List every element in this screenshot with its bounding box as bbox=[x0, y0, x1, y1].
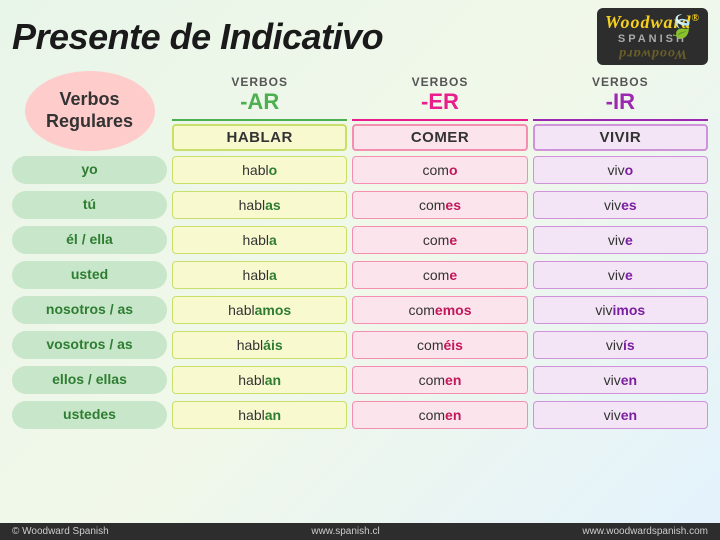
verbos-ir-label: VERBOS bbox=[539, 75, 702, 89]
conj-ellos-ir: viven bbox=[533, 366, 708, 394]
conj-vosotros-er: coméis bbox=[352, 331, 527, 359]
subject-tu: tú bbox=[12, 191, 167, 219]
conj-yo-er: como bbox=[352, 156, 527, 184]
col-header-ar: VERBOS -AR bbox=[172, 71, 347, 121]
subject-ustedes: ustedes bbox=[12, 401, 167, 429]
logo-leaf-icon: 🍃 bbox=[668, 14, 695, 40]
col-header-er: VERBOS -ER bbox=[352, 71, 527, 121]
conj-tu-ar: hablas bbox=[172, 191, 347, 219]
header-row: Presente de Indicativo Woodward® 🍃 SPANI… bbox=[12, 8, 708, 65]
logo-reflection: Woodward bbox=[605, 45, 700, 61]
subject-ellos: ellos / ellas bbox=[12, 366, 167, 394]
conj-tu-er: comes bbox=[352, 191, 527, 219]
conj-usted-ar: habla bbox=[172, 261, 347, 289]
subject-el-ella: él / ella bbox=[12, 226, 167, 254]
conj-el-ir: vive bbox=[533, 226, 708, 254]
content-grid: VerbosRegulares VERBOS -AR VERBOS -ER VE… bbox=[12, 71, 708, 431]
subject-usted: usted bbox=[12, 261, 167, 289]
subject-yo: yo bbox=[12, 156, 167, 184]
verbos-regulares-label: VerbosRegulares bbox=[46, 89, 133, 132]
verbos-er-label: VERBOS bbox=[358, 75, 521, 89]
footer: © Woodward Spanish www.spanish.cl www.wo… bbox=[0, 523, 720, 540]
conj-vosotros-ar: habláis bbox=[172, 331, 347, 359]
logo-box: Woodward® 🍃 SPANISH Woodward bbox=[597, 8, 708, 65]
verbos-regulares-section: VerbosRegulares bbox=[12, 71, 167, 151]
page-title: Presente de Indicativo bbox=[12, 16, 383, 58]
conj-nosotros-er: comemos bbox=[352, 296, 527, 324]
vivir-example: VIVIR bbox=[533, 124, 708, 151]
col-header-ir: VERBOS -IR bbox=[533, 71, 708, 121]
conj-ustedes-ir: viven bbox=[533, 401, 708, 429]
conj-el-er: come bbox=[352, 226, 527, 254]
conj-yo-ar: hablo bbox=[172, 156, 347, 184]
verbos-ar-label: VERBOS bbox=[178, 75, 341, 89]
conj-yo-ir: vivo bbox=[533, 156, 708, 184]
ir-suffix: -IR bbox=[539, 89, 702, 115]
conj-ustedes-ar: hablan bbox=[172, 401, 347, 429]
conj-el-ar: habla bbox=[172, 226, 347, 254]
conj-usted-ir: vive bbox=[533, 261, 708, 289]
er-suffix: -ER bbox=[358, 89, 521, 115]
conj-vosotros-ir: vivís bbox=[533, 331, 708, 359]
conj-ustedes-er: comen bbox=[352, 401, 527, 429]
hablar-example: HABLAR bbox=[172, 124, 347, 151]
conj-ellos-ar: hablan bbox=[172, 366, 347, 394]
ar-suffix: -AR bbox=[178, 89, 341, 115]
comer-example: COMER bbox=[352, 124, 527, 151]
verbos-regulares-oval: VerbosRegulares bbox=[25, 71, 155, 151]
footer-website1: www.spanish.cl bbox=[311, 526, 379, 537]
conj-nosotros-ir: vivimos bbox=[533, 296, 708, 324]
conj-tu-ir: vives bbox=[533, 191, 708, 219]
footer-copyright: © Woodward Spanish bbox=[12, 526, 109, 537]
subject-vosotros: vosotros / as bbox=[12, 331, 167, 359]
main-container: Presente de Indicativo Woodward® 🍃 SPANI… bbox=[0, 0, 720, 540]
conj-ellos-er: comen bbox=[352, 366, 527, 394]
footer-website2: www.woodwardspanish.com bbox=[582, 526, 708, 537]
subject-nosotros: nosotros / as bbox=[12, 296, 167, 324]
conj-usted-er: come bbox=[352, 261, 527, 289]
conj-nosotros-ar: hablamos bbox=[172, 296, 347, 324]
